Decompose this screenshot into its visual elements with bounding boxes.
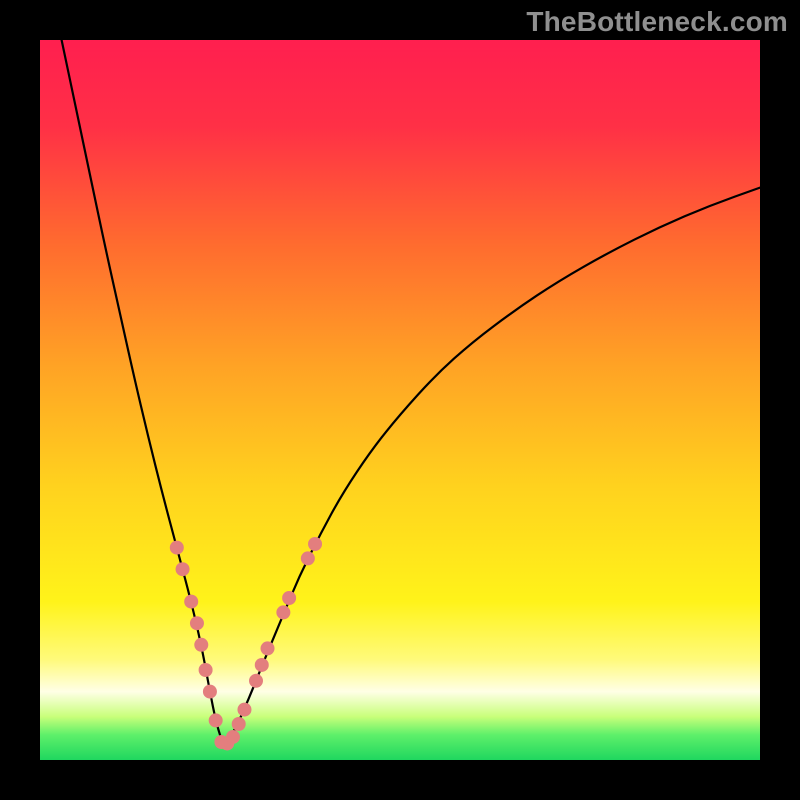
chart-svg bbox=[40, 40, 760, 760]
data-marker bbox=[170, 541, 184, 555]
data-marker bbox=[276, 605, 290, 619]
markers-group bbox=[170, 537, 322, 750]
data-marker bbox=[190, 616, 204, 630]
data-marker bbox=[176, 562, 190, 576]
watermark-text: TheBottleneck.com bbox=[526, 6, 788, 38]
data-marker bbox=[261, 641, 275, 655]
chart-frame: TheBottleneck.com bbox=[0, 0, 800, 800]
data-marker bbox=[255, 658, 269, 672]
plot-area bbox=[40, 40, 760, 760]
data-marker bbox=[226, 730, 240, 744]
data-marker bbox=[237, 703, 251, 717]
data-marker bbox=[184, 595, 198, 609]
data-marker bbox=[194, 638, 208, 652]
right-curve bbox=[224, 188, 760, 746]
data-marker bbox=[199, 663, 213, 677]
data-marker bbox=[232, 717, 246, 731]
data-marker bbox=[308, 537, 322, 551]
data-marker bbox=[249, 674, 263, 688]
data-marker bbox=[301, 551, 315, 565]
data-marker bbox=[209, 713, 223, 727]
data-marker bbox=[203, 685, 217, 699]
data-marker bbox=[282, 591, 296, 605]
